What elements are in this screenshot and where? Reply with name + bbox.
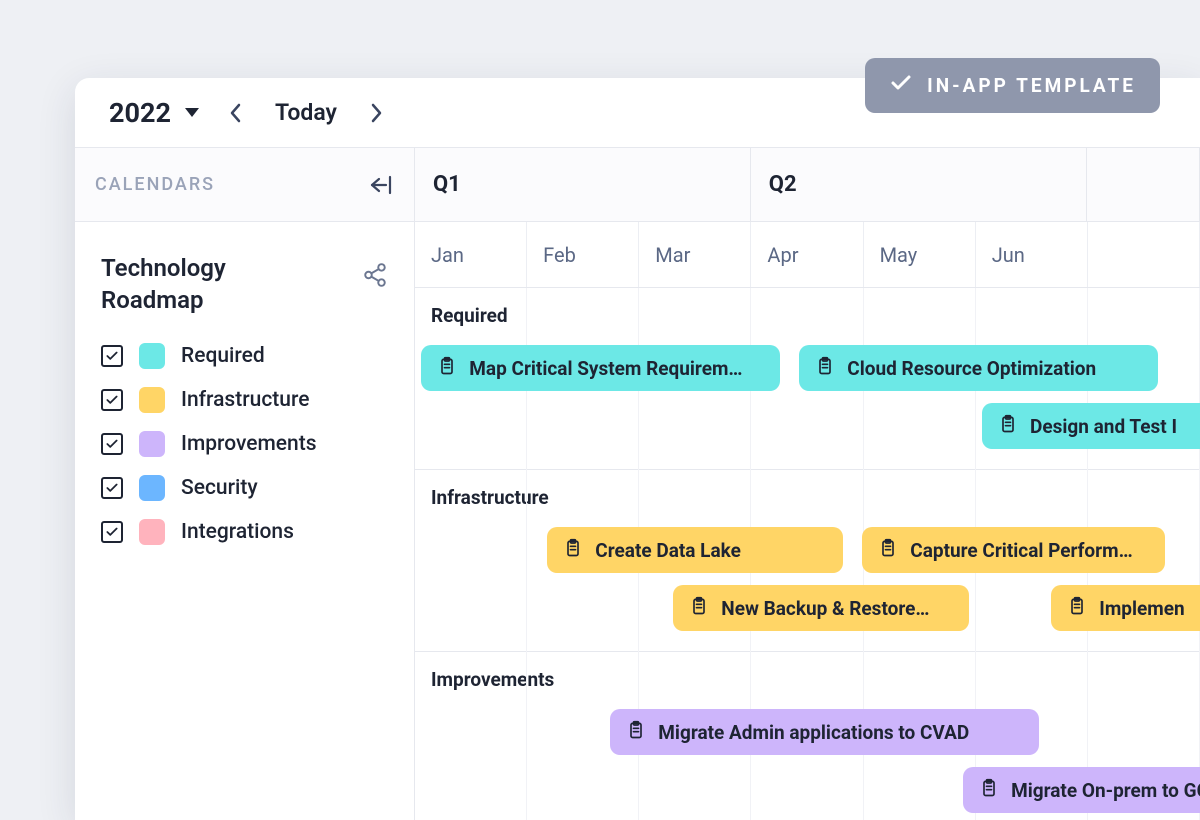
color-swatch [139,519,165,545]
sidebar-header-label: CALENDARS [95,174,215,195]
color-swatch [139,343,165,369]
today-button[interactable]: Today [263,99,349,126]
template-badge-label: IN-APP TEMPLATE [927,74,1136,97]
legend-item: Security [101,475,388,501]
quarter-header-row: Q1Q2 [415,148,1200,222]
bar-label: Implemen [1099,597,1184,620]
month-cell: Mar [639,222,751,287]
legend-label: Improvements [181,432,317,456]
timeline-bar[interactable]: Migrate Admin applications to CVAD [610,709,1038,755]
timeline-bar[interactable]: Create Data Lake [547,527,843,573]
month-cell: Feb [527,222,639,287]
timeline-bar[interactable]: New Backup & Restore… [673,585,969,631]
quarter-cell: Q1 [415,148,751,221]
bar-label: Migrate Admin applications to CVAD [658,721,969,744]
sidebar-header: CALENDARS [75,148,414,222]
bar-label: Migrate On-prem to GC [1011,779,1200,802]
month-header-row: JanFebMarAprMayJun [415,222,1200,288]
timeline-lane: Migrate Admin applications to CVAD [415,703,1200,761]
group-label: Infrastructure [415,470,1200,521]
category-checkbox[interactable] [101,389,123,411]
legend-label: Integrations [181,520,294,544]
bar-label: Design and Test I [1030,415,1177,438]
legend-label: Infrastructure [181,388,309,412]
timeline-bar[interactable]: Implemen [1051,585,1200,631]
quarter-cell: Q2 [751,148,1087,221]
category-checkbox[interactable] [101,477,123,499]
timeline-bar[interactable]: Map Critical System Requirem… [421,345,780,391]
bar-label: New Backup & Restore… [721,597,929,620]
group-label: Improvements [415,652,1200,703]
clipboard-icon [979,778,999,803]
category-legend: Required Infrastructure Improvements Securi… [101,343,388,545]
category-checkbox[interactable] [101,433,123,455]
quarter-cell [1087,148,1200,221]
color-swatch [139,431,165,457]
timeline-group: Improvements Migrate Admin applications t… [415,652,1200,820]
legend-item: Integrations [101,519,388,545]
next-button[interactable] [357,94,395,132]
prev-button[interactable] [217,94,255,132]
roadmap-panel: 2022 Today CALENDARS [75,78,1200,820]
timeline-tracks: Required Map Critical System Requirem… Clo… [415,288,1200,820]
collapse-sidebar-button[interactable] [368,174,394,196]
check-icon [889,71,913,100]
timeline: Q1Q2 JanFebMarAprMayJun RequiredMap Crit… [415,148,1200,820]
month-cell: Apr [751,222,863,287]
timeline-bar[interactable]: Cloud Resource Optimization [799,345,1158,391]
month-cell: Jan [415,222,527,287]
year-label: 2022 [109,97,171,129]
timeline-lane: Map Critical System Requirem… Cloud Resou… [415,339,1200,397]
timeline-lane: Create Data Lake Capture Critical Perform… [415,521,1200,579]
clipboard-icon [815,356,835,381]
timeline-lane: Design and Test I [415,397,1200,455]
timeline-bar[interactable]: Capture Critical Perform… [862,527,1164,573]
color-swatch [139,387,165,413]
color-swatch [139,475,165,501]
timeline-bar[interactable]: Design and Test I [982,403,1200,449]
year-selector[interactable]: 2022 [99,91,209,135]
category-checkbox[interactable] [101,345,123,367]
group-label: Required [415,288,1200,339]
timeline-group: Required Map Critical System Requirem… Clo… [415,288,1200,470]
timeline-lane: Migrate On-prem to GC [415,761,1200,819]
clipboard-icon [437,356,457,381]
month-cell: Jun [976,222,1088,287]
legend-label: Security [181,476,258,500]
roadmap-title: Technology Roadmap [101,252,301,317]
clipboard-icon [689,596,709,621]
clipboard-icon [626,720,646,745]
bar-label: Map Critical System Requirem… [469,357,742,380]
legend-label: Required [181,344,265,368]
category-checkbox[interactable] [101,521,123,543]
timeline-lane: New Backup & Restore… Implemen [415,579,1200,637]
chevron-down-icon [185,108,199,117]
clipboard-icon [998,414,1018,439]
legend-item: Required [101,343,388,369]
bar-label: Cloud Resource Optimization [847,357,1096,380]
bar-label: Capture Critical Perform… [910,539,1132,562]
share-button[interactable] [362,262,388,292]
month-cell: May [864,222,976,287]
timeline-bar[interactable]: Migrate On-prem to GC [963,767,1200,813]
sidebar: CALENDARS Technology Roadmap [75,148,415,820]
clipboard-icon [1067,596,1087,621]
legend-item: Infrastructure [101,387,388,413]
clipboard-icon [563,538,583,563]
month-cell [1088,222,1200,287]
bar-label: Create Data Lake [595,539,741,562]
legend-item: Improvements [101,431,388,457]
clipboard-icon [878,538,898,563]
template-badge: IN-APP TEMPLATE [865,58,1160,113]
timeline-group: Infrastructure Create Data Lake Capture Cr… [415,470,1200,652]
